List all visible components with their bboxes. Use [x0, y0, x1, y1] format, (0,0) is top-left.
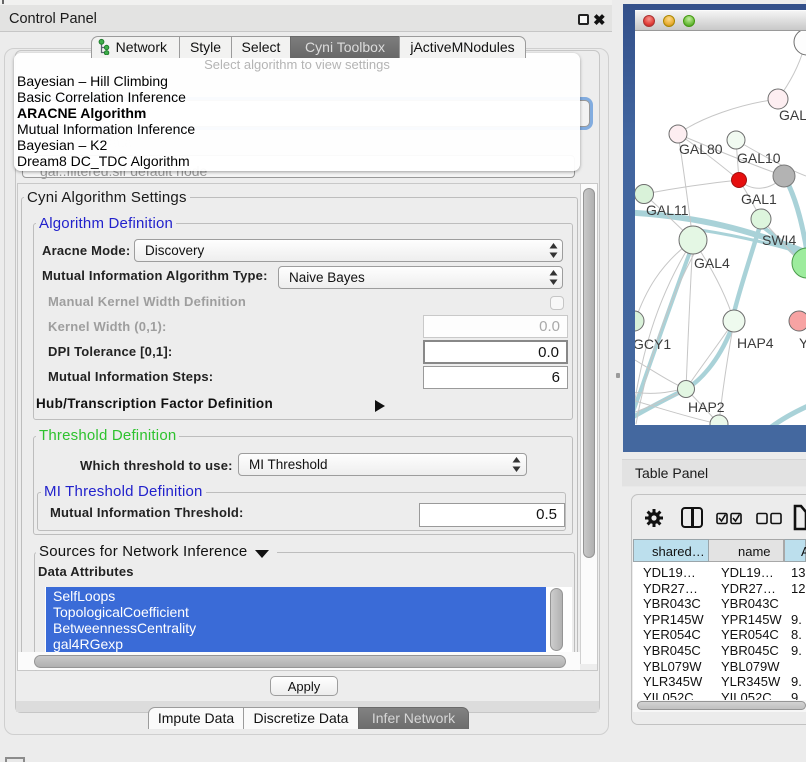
svg-text:GAL: GAL [779, 107, 806, 123]
svg-text:GAL4: GAL4 [694, 255, 730, 271]
svg-text:GAL80: GAL80 [679, 141, 723, 157]
svg-text:SWI4: SWI4 [762, 232, 796, 248]
svg-text:Y: Y [799, 335, 806, 351]
svg-text:GCY1: GCY1 [635, 336, 671, 352]
svg-text:GAL11: GAL11 [646, 202, 689, 218]
svg-text:HAP2: HAP2 [688, 399, 725, 415]
svg-text:GAL10: GAL10 [737, 150, 781, 166]
svg-text:GAL1: GAL1 [741, 191, 777, 207]
svg-text:HAP4: HAP4 [737, 335, 774, 351]
